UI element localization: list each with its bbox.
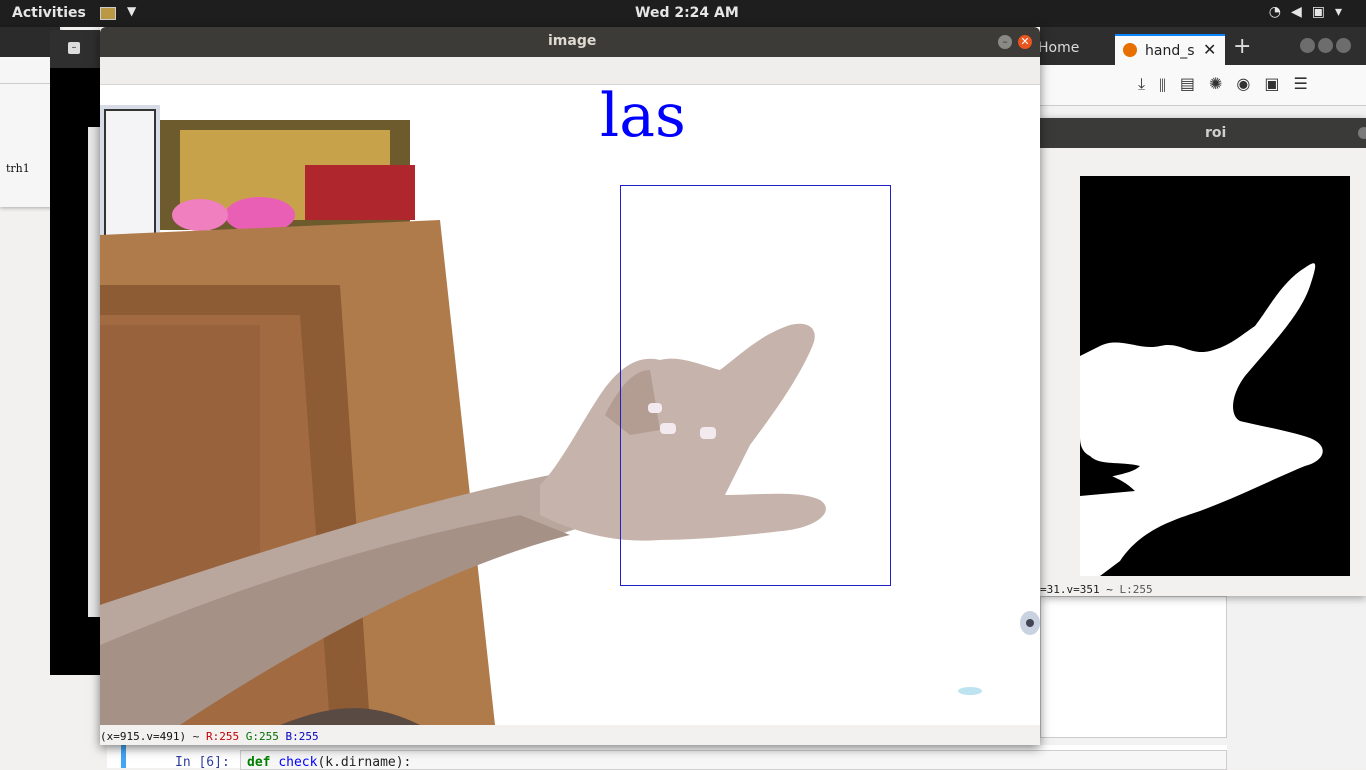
tab-label: hand_s (1145, 43, 1195, 59)
window-title: image (548, 33, 597, 49)
tab-hand-sign[interactable]: hand_s ✕ (1115, 34, 1225, 67)
new-tab-button[interactable]: + (1233, 34, 1251, 59)
roi-rectangle (620, 185, 891, 586)
camera-frame[interactable]: las (100, 85, 1040, 725)
chevron-down-icon[interactable]: ▼ (127, 4, 136, 18)
close-icon[interactable] (1336, 38, 1351, 53)
menu-icon[interactable]: ☰ (1293, 74, 1321, 93)
battery-icon[interactable]: ▣ (1312, 4, 1335, 20)
wifi-icon[interactable]: ◔ (1269, 4, 1291, 20)
clock[interactable]: Wed 2:24 AM (635, 5, 739, 21)
output-area (1040, 596, 1227, 738)
tab-bar: Home hand_s ✕ + (1000, 27, 1366, 67)
jupyter-icon (1123, 43, 1137, 57)
webcam-image (100, 105, 1040, 725)
status-separator: ~ (1106, 583, 1113, 596)
cell-selection-bar (121, 745, 126, 768)
toolbar-icons: ⤓⫴▤✺◉▣☰ (1138, 74, 1322, 94)
roi-luminance: L:255 (1119, 583, 1153, 596)
hand-mask-image (1080, 263, 1323, 576)
tab-home[interactable]: Home (1038, 40, 1079, 56)
extension-icon[interactable]: ▣ (1264, 74, 1293, 93)
minimize-icon[interactable] (1300, 38, 1315, 53)
roi-window[interactable]: roi =31.v=351 ~ L:255 (1040, 118, 1366, 596)
window-titlebar[interactable]: roi (1040, 118, 1366, 148)
pixel-green: G:255 (245, 730, 279, 743)
close-tab-icon[interactable]: ✕ (1203, 40, 1216, 59)
roi-mask-view[interactable] (1080, 176, 1350, 576)
minimize-icon[interactable]: – (68, 42, 80, 54)
top-bar: Activities ▼ Wed 2:24 AM ◔◀▣▾ (0, 0, 1366, 27)
trackbar-label: trh1 (6, 162, 30, 175)
library-icon[interactable]: ⫴ (1159, 74, 1180, 93)
roi-status-bar: =31.v=351 ~ L:255 (1040, 583, 1153, 596)
pixel-blue: B:255 (285, 730, 319, 743)
status-separator: ~ (192, 730, 200, 743)
system-menu-chevron-icon[interactable]: ▾ (1335, 4, 1352, 20)
window-title: roi (1205, 125, 1227, 141)
sidebar-icon[interactable]: ▤ (1180, 74, 1209, 93)
window-toolbar (100, 57, 1040, 85)
close-icon[interactable] (1358, 127, 1366, 139)
window-titlebar[interactable]: image – ✕ (100, 27, 1040, 57)
window-edge (88, 127, 100, 617)
nav-toolbar: ⤓⫴▤✺◉▣☰ (1000, 65, 1366, 106)
account-icon[interactable]: ◉ (1236, 74, 1264, 93)
prediction-label: las (600, 85, 686, 151)
maximize-icon[interactable] (1318, 38, 1333, 53)
pixel-red: R:255 (205, 730, 240, 743)
app-menu-icon[interactable] (100, 7, 116, 20)
minimize-icon[interactable]: – (998, 35, 1012, 49)
image-window[interactable]: image – ✕ las (x=915.v=491) ~ R:255 G:25… (100, 27, 1040, 745)
window-controls (1300, 38, 1354, 57)
pixel-coords: (x=915.v=491) (100, 730, 187, 743)
activities-button[interactable]: Activities (12, 5, 86, 21)
download-icon[interactable]: ⤓ (1138, 74, 1159, 93)
system-tray[interactable]: ◔◀▣▾ (1269, 4, 1352, 20)
react-devtools-icon[interactable]: ✺ (1209, 74, 1236, 93)
volume-icon[interactable]: ◀ (1291, 4, 1312, 20)
close-icon[interactable]: ✕ (1018, 35, 1032, 49)
roi-coords: =31.v=351 (1040, 583, 1100, 596)
image-status-bar: (x=915.v=491) ~ R:255 G:255 B:255 (100, 730, 319, 743)
